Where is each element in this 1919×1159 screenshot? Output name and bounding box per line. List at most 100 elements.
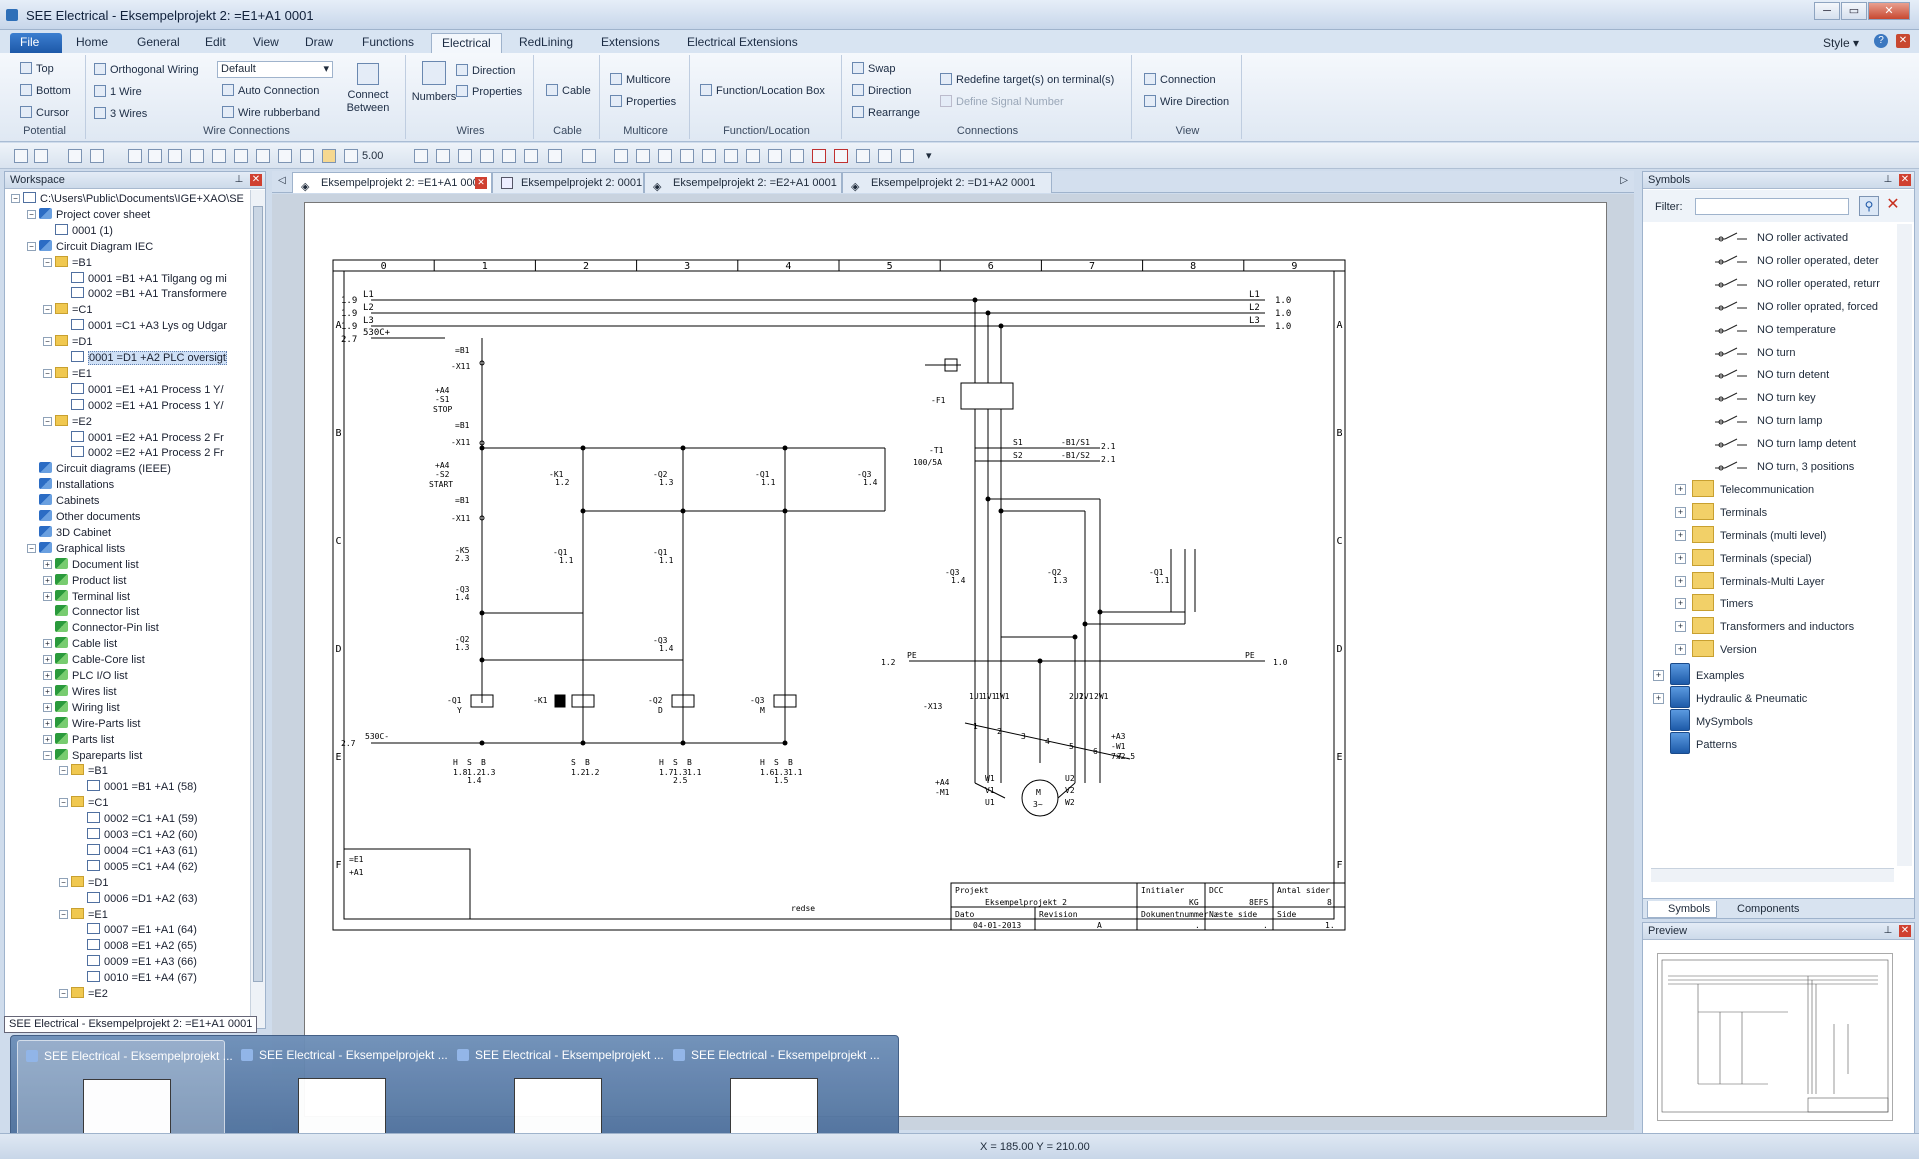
three-wires-button[interactable]: 3 Wires — [94, 107, 147, 120]
tree-item[interactable]: − =D1 — [43, 335, 93, 350]
open-icon[interactable] — [34, 149, 48, 163]
undo-icon[interactable] — [548, 149, 562, 163]
app-icon[interactable] — [6, 9, 18, 21]
doc-tab-cover[interactable]: Eksempelprojekt 2: 0001 — [492, 172, 644, 193]
tree-item[interactable]: − =C1 — [59, 796, 109, 811]
doc-tab-e1-a1[interactable]: ◈ Eksempelprojekt 2: =E1+A1 0001 ✕ — [292, 172, 492, 193]
expand-icon[interactable]: + — [1675, 575, 1686, 587]
define-signal-number-button[interactable]: Define Signal Number — [940, 95, 1064, 108]
tree-item[interactable]: + Wire-Parts list — [43, 716, 140, 732]
style-menu[interactable]: Style ▾ — [1823, 36, 1859, 50]
symbol-item[interactable]: NO turn lamp detent — [1711, 434, 1856, 454]
tree-item[interactable]: + Cable list — [43, 637, 117, 652]
close-button[interactable]: ✕ — [1868, 2, 1910, 20]
cut-icon[interactable] — [746, 149, 760, 163]
collapse-icon[interactable]: − — [59, 877, 68, 887]
one-wire-button[interactable]: 1 Wire — [94, 85, 142, 98]
tab-general[interactable]: General — [127, 33, 190, 53]
delete-wire-icon[interactable] — [834, 149, 848, 163]
symbol-item[interactable]: NO turn key — [1711, 388, 1816, 408]
wire-rubberband-button[interactable]: Wire rubberband — [222, 106, 320, 119]
symbol-category[interactable]: MySymbols — [1653, 708, 1753, 731]
copy-icon[interactable] — [768, 149, 782, 163]
grid-size-value[interactable]: 5.00 — [362, 150, 383, 162]
tree-item[interactable]: Cabinets — [27, 494, 99, 509]
symbol-category[interactable]: + Terminals (multi level) — [1675, 525, 1826, 546]
tab-extensions[interactable]: Extensions — [591, 33, 670, 53]
tab-draw[interactable]: Draw — [295, 33, 343, 53]
symbol-category[interactable]: + Hydraulic & Pneumatic — [1653, 686, 1807, 708]
select-icon[interactable] — [724, 149, 738, 163]
expand-icon[interactable]: + — [43, 591, 52, 601]
collapse-icon[interactable]: − — [11, 194, 20, 203]
symbol-category[interactable]: + Telecommunication — [1675, 479, 1814, 500]
drawing-canvas[interactable]: 0123456789 AABBCCDDEEFF 1.9 1.9 1.9 2.7 … — [272, 194, 1634, 1130]
expand-icon[interactable]: + — [1675, 506, 1686, 518]
tree-item[interactable]: 0002 =E2 +A1 Process 2 Fr — [59, 446, 224, 461]
tree-item[interactable]: − =E1 — [59, 907, 108, 923]
symbol-item[interactable]: NO roller oprated, forced — [1711, 297, 1878, 317]
function-location-box-button[interactable]: Function/Location Box — [700, 84, 825, 97]
tree-item[interactable]: − Circuit Diagram IEC — [27, 239, 153, 255]
tree-item[interactable]: Circuit diagrams (IEEE) — [27, 462, 171, 477]
collapse-icon[interactable]: − — [59, 909, 68, 919]
tree-item[interactable]: 0004 =C1 +A3 (61) — [75, 843, 198, 859]
page-list-icon[interactable] — [168, 149, 182, 163]
tab-electrical-extensions[interactable]: Electrical Extensions — [677, 33, 808, 53]
tree-item[interactable]: Other documents — [27, 510, 140, 525]
potential-bottom-button[interactable]: Bottom — [20, 84, 71, 97]
tree-item[interactable]: + Document list — [43, 557, 139, 573]
tree-item[interactable]: 0005 =C1 +A4 (62) — [75, 859, 198, 875]
tree-item[interactable]: 0002 =B1 +A1 Transformere — [59, 287, 227, 302]
tree-item[interactable]: 0001 =C1 +A3 Lys og Udgar — [59, 319, 227, 334]
minimize-button[interactable]: ─ — [1814, 2, 1840, 20]
view-connection-button[interactable]: Connection — [1144, 73, 1216, 86]
tree-item[interactable]: 0002 =C1 +A1 (59) — [75, 812, 198, 827]
scroll-thumb[interactable] — [253, 206, 263, 982]
tab-symbols[interactable]: Symbols — [1647, 901, 1718, 918]
expand-icon[interactable]: + — [1675, 598, 1686, 610]
symbol-item[interactable]: NO turn detent — [1711, 365, 1829, 385]
tab-functions[interactable]: Functions — [352, 33, 424, 53]
preview-close-icon[interactable]: ✕ — [1899, 925, 1911, 937]
tree-item[interactable]: Installations — [27, 478, 114, 493]
zoom-out-icon[interactable] — [234, 149, 248, 163]
distribute-icon[interactable] — [900, 149, 914, 163]
expand-icon[interactable]: + — [1675, 483, 1686, 495]
symbol-category[interactable]: + Timers — [1675, 594, 1753, 614]
tab-scroll-left-icon[interactable]: ◁ — [278, 175, 286, 186]
export-icon[interactable] — [190, 149, 204, 163]
taskbar-window-1[interactable]: SEE Electrical - Eksempelprojekt ... — [17, 1040, 233, 1148]
save-icon[interactable] — [68, 149, 82, 163]
tree-item[interactable]: 0008 =E1 +A2 (65) — [75, 939, 197, 954]
page-icon[interactable] — [148, 149, 162, 163]
symbols-scrollbar[interactable] — [1897, 224, 1912, 866]
multicore-button[interactable]: Multicore — [610, 73, 671, 86]
swap-button[interactable]: Swap — [852, 62, 896, 75]
tree-item[interactable]: 0006 =D1 +A2 (63) — [75, 891, 198, 907]
maximize-button[interactable]: ▭ — [1841, 2, 1867, 20]
tree-item[interactable]: − =E1 — [43, 366, 92, 382]
symbols-close-icon[interactable]: ✕ — [1899, 174, 1911, 186]
symbol-item[interactable]: NO roller activated — [1711, 228, 1848, 248]
filter-input[interactable] — [1695, 198, 1849, 215]
symbol-category[interactable]: + Terminals-Multi Layer — [1675, 571, 1825, 592]
symbol-category[interactable]: + Transformers and inductors — [1675, 617, 1854, 637]
tab-home[interactable]: Home — [66, 33, 118, 53]
symbols-hscrollbar[interactable] — [1651, 868, 1894, 882]
drawing-sheet[interactable]: 0123456789 AABBCCDDEEFF 1.9 1.9 1.9 2.7 … — [304, 202, 1607, 1117]
zoom-in-icon[interactable] — [256, 149, 270, 163]
workspace-close-icon[interactable]: ✕ — [250, 174, 262, 186]
tree-item[interactable]: − =B1 — [43, 255, 92, 271]
zoom-fit-icon[interactable] — [278, 149, 292, 163]
expand-icon[interactable]: + — [1653, 693, 1664, 704]
tree-item[interactable]: 0009 =E1 +A3 (66) — [75, 955, 197, 970]
binoculars-icon[interactable]: ⚲ — [1859, 196, 1879, 216]
tree-item[interactable]: 0001 =B1 +A1 (58) — [75, 780, 197, 795]
connections-direction-button[interactable]: Direction — [852, 84, 911, 97]
tree-item[interactable]: − =C1 — [43, 303, 93, 318]
numbers-button[interactable]: Numbers — [410, 61, 458, 103]
tree-item[interactable]: + Wiring list — [43, 700, 120, 716]
orthogonal-wiring-button[interactable]: Orthogonal Wiring — [94, 63, 199, 76]
expand-icon[interactable] — [1653, 713, 1664, 724]
